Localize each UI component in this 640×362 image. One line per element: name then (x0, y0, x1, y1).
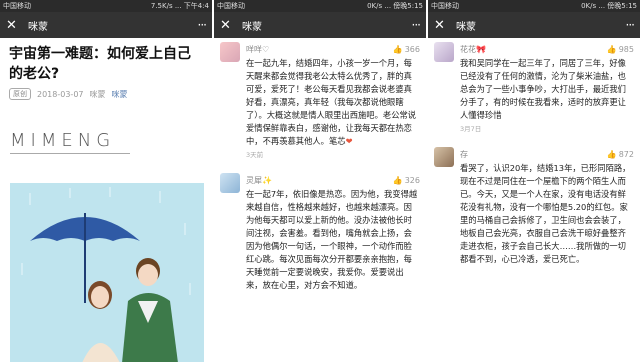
header-title: 咪蒙 (28, 21, 48, 33)
avatar[interactable] (220, 173, 240, 193)
author-link[interactable]: 咪蒙 (112, 89, 128, 100)
status-bar: 中国移动 0K/s ... 傍晚5:15 (214, 0, 426, 12)
comment-author: 存 (460, 149, 468, 159)
like-button[interactable]: 👍 366 (393, 45, 420, 54)
comment-text: 在一起九年，结婚四年，小孩一岁一个月，每天醒来都会觉得我老公太特么优秀了，胖的真… (246, 57, 420, 148)
comment-item: 咩咩♡ 👍 366 在一起九年，结婚四年，小孩一岁一个月，每天醒来都会觉得我老公太… (214, 38, 426, 159)
carrier-label: 中国移动 (3, 2, 31, 10)
header-bar: ✕ 咪蒙 ··· (428, 12, 640, 38)
comment-text: 在一起7年，依旧像是热恋。因为他，我变得越来越自信，性格越来越好，也越来越漂亮。… (246, 189, 418, 290)
status-right: 0K/s ... 傍晚5:15 (581, 2, 637, 10)
status-bar: 中国移动 0K/s ... 傍晚5:15 (428, 0, 640, 12)
more-icon[interactable]: ··· (626, 18, 636, 32)
panel-article: 中国移动 7.5K/s ... 下午4:4 ✕ 咪蒙 ··· 宇宙第一难题：如何… (0, 0, 212, 362)
heart-icon: ❤ (345, 136, 353, 146)
more-icon[interactable]: ··· (412, 18, 422, 32)
logo-underline (10, 153, 130, 154)
original-badge: 原创 (9, 88, 31, 100)
thumb-up-icon: 👍 (392, 175, 403, 185)
carrier-label: 中国移动 (431, 2, 459, 10)
status-bar: 中国移动 7.5K/s ... 下午4:4 (0, 0, 212, 12)
like-count: 366 (404, 44, 420, 54)
comment-item: 花花🎀 👍 985 我和吴同学在一起三年了，同居了三年，好像已经没有了任何的激情，… (428, 38, 640, 133)
comment-item: 灵犀✨ 👍 326 在一起7年，依旧像是热恋。因为他，我变得越来越自信，性格越来越… (214, 169, 426, 292)
close-icon[interactable]: ✕ (6, 18, 24, 33)
like-count: 872 (618, 149, 634, 159)
avatar[interactable] (434, 42, 454, 62)
thumb-up-icon: 👍 (392, 44, 403, 54)
carrier-label: 中国移动 (217, 2, 245, 10)
close-icon[interactable]: ✕ (434, 18, 452, 33)
comment-text-body: 在一起九年，结婚四年，小孩一岁一个月，每天醒来都会觉得我老公太特么优秀了，胖的真… (246, 58, 417, 146)
header-title: 咪蒙 (242, 21, 262, 33)
comment-time: 3月7日 (460, 125, 482, 133)
like-count: 985 (618, 44, 634, 54)
like-count: 326 (404, 175, 420, 185)
article-date: 2018-03-07 (37, 89, 84, 99)
article-meta: 原创 2018-03-07 咪蒙 咪蒙 (0, 84, 212, 104)
status-right: 7.5K/s ... 下午4:4 (150, 2, 209, 10)
thumb-up-icon: 👍 (606, 44, 617, 54)
comment-author: 花花🎀 (460, 44, 486, 54)
comment-text: 我和吴同学在一起三年了，同居了三年，好像已经没有了任何的激情，沦为了柴米油盐，也… (460, 58, 626, 120)
brand-logo: MIMENG (10, 130, 116, 151)
status-right: 0K/s ... 傍晚5:15 (367, 2, 423, 10)
avatar[interactable] (220, 42, 240, 62)
thumb-up-icon: 👍 (606, 149, 617, 159)
article-title: 宇宙第一难题：如何爱上自己的老公? (9, 46, 191, 82)
like-button[interactable]: 👍 872 (607, 150, 634, 159)
comment-author: 灵犀✨ (246, 175, 272, 185)
avatar[interactable] (434, 147, 454, 167)
comment-author: 咩咩♡ (246, 44, 270, 54)
author-label: 咪蒙 (89, 89, 106, 99)
header-bar: ✕ 咪蒙 ··· (214, 12, 426, 38)
panel-comments-2: 中国移动 0K/s ... 傍晚5:15 ✕ 咪蒙 ··· 花花🎀 👍 985 我… (428, 0, 640, 362)
like-button[interactable]: 👍 326 (393, 176, 420, 185)
like-button[interactable]: 👍 985 (607, 45, 634, 54)
header-bar: ✕ 咪蒙 ··· (0, 12, 212, 38)
more-icon[interactable]: ··· (198, 18, 208, 32)
header-title: 咪蒙 (456, 21, 476, 33)
couple-umbrella-illustration (10, 183, 204, 362)
comment-text: 看哭了，认识20年，结婚13年，已形同陌路，现在不过是同住在一个屋檐下的两个陌生… (460, 163, 631, 264)
comment-time: 3天前 (246, 151, 264, 159)
close-icon[interactable]: ✕ (220, 18, 238, 33)
comment-item: 存 👍 872 看哭了，认识20年，结婚13年，已形同陌路，现在不过是同住在一个屋… (428, 143, 640, 266)
panel-comments-1: 中国移动 0K/s ... 傍晚5:15 ✕ 咪蒙 ··· 咩咩♡ 👍 366 在… (214, 0, 426, 362)
